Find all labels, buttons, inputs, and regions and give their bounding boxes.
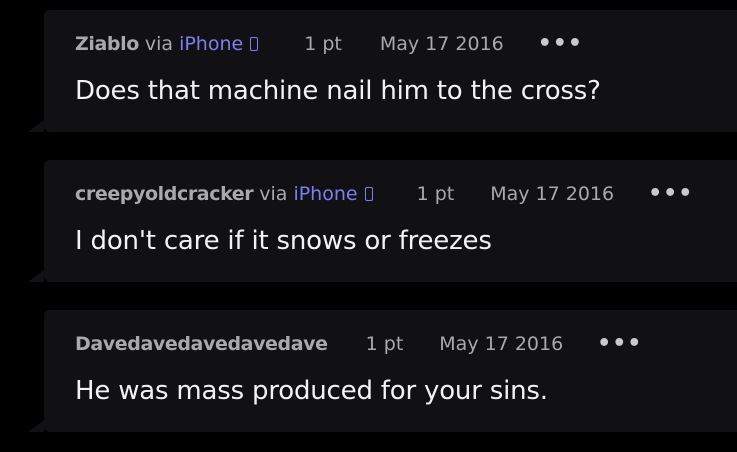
points-count: 1 pt bbox=[365, 333, 404, 355]
via-label: via bbox=[144, 33, 174, 55]
comment-text: I don't care if it snows or freezes bbox=[75, 226, 492, 256]
phone-icon bbox=[250, 37, 259, 51]
comment-date: May 17 2016 bbox=[379, 33, 504, 55]
more-options-icon[interactable]: ••• bbox=[648, 183, 693, 205]
comment-meta: Davedavedavedavedave 1 pt May 17 2016 ••… bbox=[75, 333, 642, 356]
comment-card: creepyoldcracker via iPhone 1 pt May 17 … bbox=[28, 160, 737, 282]
comment-text: Does that machine nail him to the cross? bbox=[75, 76, 601, 106]
points-count: 1 pt bbox=[304, 33, 342, 55]
comment-meta: creepyoldcracker via iPhone 1 pt May 17 … bbox=[75, 183, 693, 206]
comment-date: May 17 2016 bbox=[490, 183, 615, 205]
phone-icon bbox=[364, 187, 373, 201]
username-link[interactable]: Davedavedavedavedave bbox=[75, 333, 328, 355]
comment-date: May 17 2016 bbox=[439, 333, 564, 355]
username-link[interactable]: creepyoldcracker bbox=[75, 183, 254, 205]
device-link[interactable]: iPhone bbox=[179, 33, 243, 55]
more-options-icon[interactable]: ••• bbox=[538, 33, 583, 55]
comment-meta: Ziablo via iPhone 1 pt May 17 2016 ••• bbox=[75, 33, 583, 56]
username-link[interactable]: Ziablo bbox=[75, 33, 139, 55]
device-link[interactable]: iPhone bbox=[293, 183, 357, 205]
comment-card: Ziablo via iPhone 1 pt May 17 2016 ••• D… bbox=[28, 10, 737, 132]
more-options-icon[interactable]: ••• bbox=[597, 333, 642, 355]
comment-feed: Ziablo via iPhone 1 pt May 17 2016 ••• D… bbox=[0, 0, 737, 452]
via-label: via bbox=[259, 183, 288, 205]
points-count: 1 pt bbox=[416, 183, 455, 205]
comment-text: He was mass produced for your sins. bbox=[75, 376, 548, 406]
comment-card: Davedavedavedavedave 1 pt May 17 2016 ••… bbox=[28, 310, 737, 432]
